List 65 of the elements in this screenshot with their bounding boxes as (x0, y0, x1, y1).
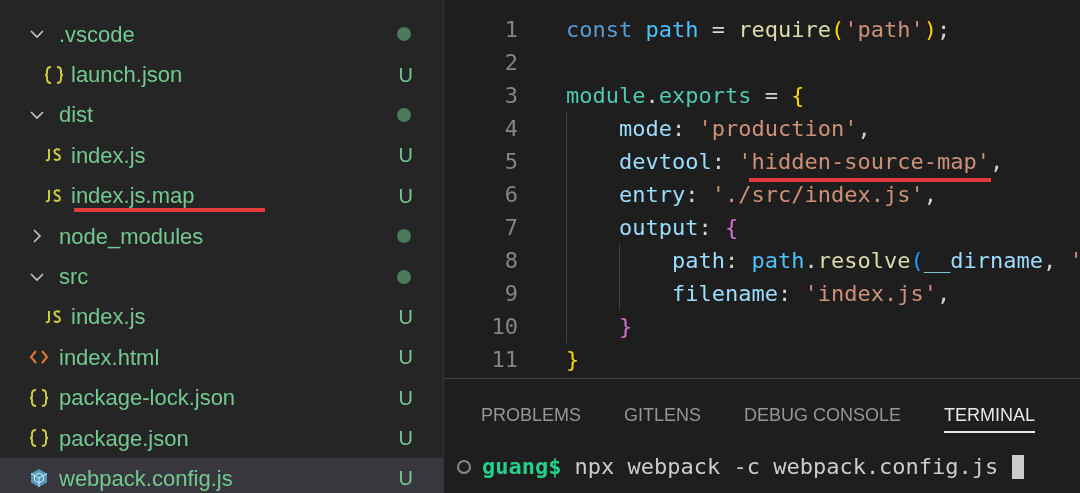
line-number: 3 (503, 82, 518, 110)
circle-icon (456, 458, 472, 475)
code-line: } (619, 313, 633, 341)
code-line: devtool: 'hidden-source-map', (619, 148, 1004, 176)
file-tree-item[interactable]: src (0, 256, 443, 297)
untracked-status: U (398, 304, 413, 330)
terminal-command: npx webpack -c webpack.config.js (574, 453, 999, 481)
terminal-cursor (1012, 454, 1025, 479)
line-number: 1 (503, 16, 518, 44)
panel-tab[interactable]: GITLENS (624, 399, 702, 433)
braces-icon (28, 427, 50, 450)
code-line: entry: './src/index.js', (619, 181, 937, 209)
code-line: path: path.resolve(__dirname, ' (672, 247, 1080, 275)
code-line: } (566, 346, 580, 374)
file-name: .vscode (59, 20, 135, 49)
file-tree-item[interactable]: index.js U (0, 135, 443, 176)
file-tree-item[interactable]: index.js.map U (0, 175, 443, 216)
panel-tab[interactable]: TERMINAL (944, 399, 1036, 433)
file-tree-item[interactable]: launch.json U (0, 54, 443, 95)
code-line: module.exports = { (566, 82, 805, 110)
file-name: index.js (71, 303, 146, 332)
line-number: 4 (503, 115, 518, 143)
panel-tab[interactable]: PROBLEMS (481, 399, 582, 433)
terminal-prompt: guang$ (482, 453, 562, 481)
panel-tab[interactable]: DEBUG CONSOLE (744, 399, 902, 433)
code-line: mode: 'production', (619, 115, 871, 143)
file-tree-item[interactable]: package-lock.json U (0, 377, 443, 418)
untracked-status: U (398, 143, 413, 169)
file-name: dist (59, 101, 94, 130)
line-number: 7 (503, 214, 518, 242)
braces-icon (28, 386, 50, 409)
file-name: package.json (59, 424, 189, 453)
file-name: package-lock.json (59, 384, 236, 413)
line-number: 11 (490, 346, 518, 374)
untracked-status: U (398, 466, 413, 492)
untracked-status: U (398, 183, 413, 209)
file-name: index.html (59, 343, 160, 372)
code-line: output: { (619, 214, 739, 242)
file-tree-item[interactable]: dist (0, 94, 443, 136)
untracked-status: U (398, 62, 413, 88)
line-number: 9 (503, 280, 518, 308)
untracked-status: U (398, 385, 413, 411)
line-number: 2 (503, 49, 518, 77)
file-tree-item[interactable]: index.js U (0, 296, 443, 338)
file-tree-item[interactable]: index.html U (0, 337, 443, 378)
line-number: 10 (490, 313, 518, 341)
file-name: index.js.map (71, 182, 195, 211)
file-name: index.js (71, 141, 146, 170)
line-number: 6 (503, 181, 518, 209)
braces-icon (43, 63, 65, 86)
file-name: src (59, 263, 89, 292)
line-number: 8 (503, 247, 518, 275)
file-name: webpack.config.js (59, 465, 233, 493)
file-tree-item[interactable]: .vscode (0, 14, 443, 55)
file-tree-item[interactable]: node_modules (0, 215, 443, 257)
cube-icon (28, 467, 50, 490)
code-line: filename: 'index.js', (672, 280, 951, 308)
untracked-status: U (398, 345, 413, 371)
file-name: node_modules (59, 222, 204, 251)
untracked-status: U (398, 426, 413, 452)
line-number: 5 (503, 148, 518, 176)
file-tree-item[interactable]: webpack.config.js U (0, 458, 443, 493)
file-tree-item[interactable]: package.json U (0, 417, 443, 459)
code-line: const path = require('path'); (566, 16, 951, 44)
file-name: launch.json (71, 61, 183, 90)
